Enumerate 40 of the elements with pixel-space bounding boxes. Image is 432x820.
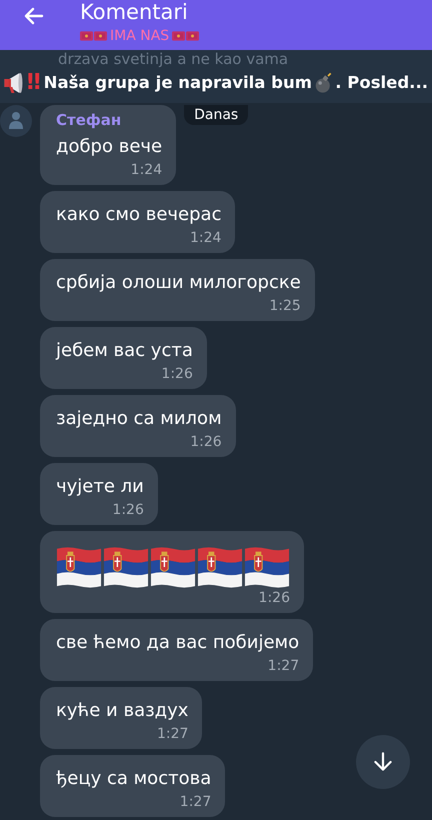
bomb-icon [314,70,334,94]
message-text: како смо вечерас [56,203,222,227]
serbian-flag-icon [103,545,149,589]
message-text: србија олоши милогорске [56,271,301,295]
sender-name: Стефан [56,111,122,129]
flag-icon [186,31,200,41]
message-time: 1:26 [161,365,193,383]
message-time: 1:26 [258,589,290,607]
serbian-flag-icon [244,545,290,589]
pinned-message-bar[interactable]: ‼ Naša grupa je napravila bum . Posled... [0,68,432,103]
message-text: чујете ли [56,475,144,499]
flag-icon [80,31,93,41]
exclamation-icon: ‼ [26,70,38,95]
pinned-message-text: . Posled... [335,73,428,92]
serbian-flag-icon [197,545,243,589]
message-text: заједно са милом [56,407,222,431]
message-text: добро вече [56,135,162,159]
message-time: 1:26 [112,501,144,519]
serbian-flag-icon [150,545,196,589]
message-text: све ћемо да вас побијемо [56,631,300,655]
message-time: 1:24 [130,161,162,179]
message-text: јебем вас уста [56,339,193,363]
megaphone-icon [2,70,25,94]
chat-subtitle: IMA NAS [110,28,170,44]
faded-message-text: drzava svetinja a ne kao vama [0,50,432,68]
flag-icon [94,31,107,41]
message-time: 1:25 [269,297,301,315]
message-time: 1:27 [156,725,188,743]
message-time: 1:24 [190,229,222,247]
chat-title: Komentari [80,0,189,24]
pinned-message-text: Naša grupa je napravila bum [44,73,312,92]
message-text: ђецу са мостова [56,767,212,791]
flag-icon [172,31,186,41]
message-text: куће и ваздух [56,699,188,723]
date-chip: Danas [184,105,248,125]
message-time: 1:27 [180,793,212,811]
message-time: 1:26 [190,433,222,451]
avatar-icon [0,105,32,137]
serbian-flag-icon [56,545,102,589]
message-time: 1:27 [268,657,300,675]
